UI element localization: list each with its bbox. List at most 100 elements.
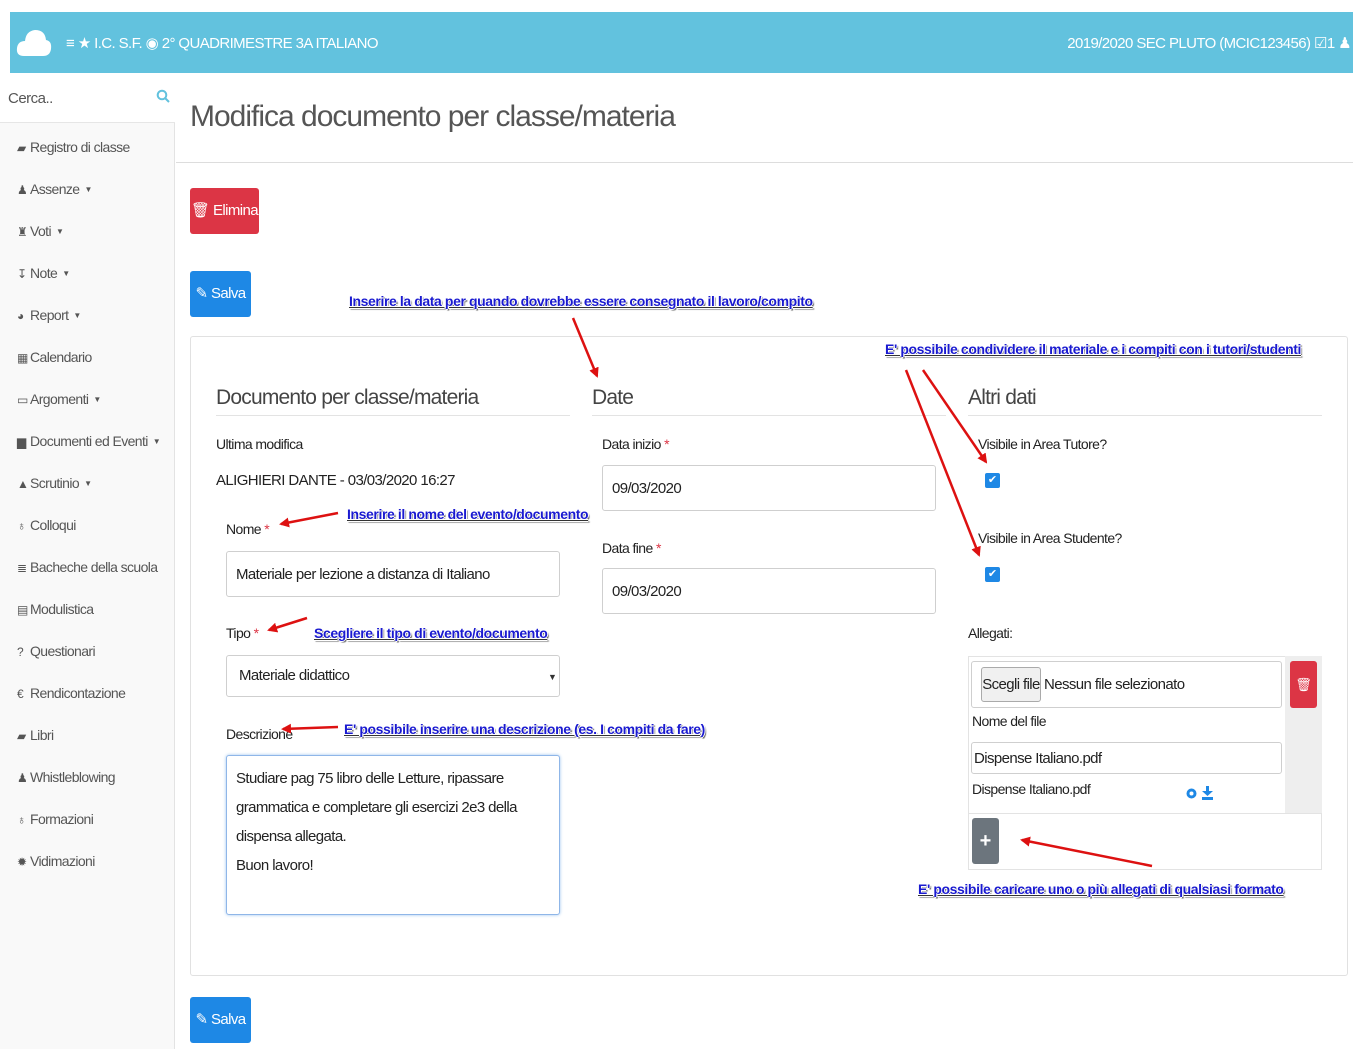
type-label: Tipo * — [226, 625, 259, 641]
sidebar-item-label: Calendario — [30, 349, 92, 365]
annotation-name: Inserire il nome del evento/documento — [347, 506, 589, 522]
sidebar-item-label: Documenti ed Eventi — [30, 433, 148, 449]
sidebar-item-label: Argomenti — [30, 391, 89, 407]
sidebar-item-label: Assenze — [30, 181, 80, 197]
bank-icon: ♜ — [17, 225, 28, 239]
last-modified-value: ALIGHIERI DANTE - 03/03/2020 16:27 — [216, 472, 456, 489]
name-label: Nome * — [226, 521, 270, 537]
delete-attachment-button[interactable]: 🗑 — [1290, 661, 1317, 708]
book-icon: ▰ — [17, 729, 26, 743]
end-date-input[interactable] — [602, 568, 936, 614]
file-icon: ▤ — [17, 603, 28, 617]
annotation-date: Inserire la data per quando dovrebbe ess… — [349, 293, 813, 309]
sidebar-item-label: Vidimazioni — [30, 853, 95, 869]
sidebar-item-scrutinio[interactable]: ▲ Scrutinio ▼ — [17, 473, 92, 493]
type-select[interactable]: Materiale didattico — [226, 655, 560, 697]
section-divider — [968, 415, 1322, 416]
sidebar-item-formazioni[interactable]: ♁ Formazioni — [17, 809, 94, 829]
last-modified-label: Ultima modifica — [216, 436, 303, 452]
sidebar-item-voti[interactable]: ♜ Voti ▼ — [17, 221, 64, 241]
name-input[interactable] — [226, 551, 560, 597]
student-visible-checkbox[interactable]: ✔ — [985, 567, 1000, 582]
chevron-down-icon: ▼ — [548, 672, 557, 682]
sidebar-item-colloqui[interactable]: ♁ Colloqui — [17, 515, 76, 535]
sidebar-item-modulistica[interactable]: ▤ Modulistica — [17, 599, 94, 619]
sidebar-item-rendicontazione[interactable]: € Rendicontazione — [17, 683, 126, 703]
caret-down-icon: ▼ — [62, 269, 70, 279]
tutor-visible-label: Visibile in Area Tutore? — [978, 436, 1107, 452]
chat-icon: ♁ — [17, 813, 26, 827]
user-icon: ♟ — [17, 183, 28, 197]
annotation-description: E' possibile inserire una descrizione (e… — [344, 721, 705, 737]
top-bar: ≡ ★ I.C. S.F. ◉ 2° QUADRIMESTRE 3A ITALI… — [10, 12, 1353, 73]
description-label: Descrizione — [226, 726, 293, 742]
caret-down-icon: ▼ — [73, 311, 81, 321]
sidebar-item-label: Voti — [30, 223, 52, 239]
save-button-top[interactable]: ✎ Salva — [190, 271, 251, 317]
download-icon[interactable] — [1202, 786, 1213, 800]
page-title: Modifica documento per classe/materia — [190, 100, 676, 133]
sidebar-item-label: Note — [30, 265, 58, 281]
sidebar-item-vidimazioni[interactable]: ✹ Vidimazioni — [17, 851, 95, 871]
sidebar-item-label: Whistleblowing — [30, 769, 116, 785]
folder-icon: ▭ — [17, 393, 28, 407]
sidebar-item-label: Modulistica — [30, 601, 94, 617]
calendar-icon: ▦ — [17, 351, 28, 365]
start-date-input[interactable] — [602, 465, 936, 511]
sidebar-item-calendario[interactable]: ▦ Calendario — [17, 347, 92, 367]
student-visible-label: Visibile in Area Studente? — [978, 530, 1122, 546]
sidebar-item-argomenti[interactable]: ▭ Argomenti ▼ — [17, 389, 101, 409]
sidebar-item-libri[interactable]: ▰ Libri — [17, 725, 54, 745]
sidebar-item-documenti-ed-eventi[interactable]: ▆ Documenti ed Eventi ▼ — [17, 431, 161, 451]
stamp-icon: ✹ — [17, 855, 27, 869]
sidebar-item-label: Report — [30, 307, 69, 323]
caret-down-icon: ▼ — [152, 437, 161, 447]
search-icon[interactable] — [156, 89, 170, 103]
file-name-input[interactable] — [971, 742, 1282, 774]
add-attachment-button[interactable]: + — [972, 818, 999, 864]
sidebar-item-label: Bacheche della scuola — [30, 559, 158, 575]
search-input[interactable] — [8, 85, 148, 111]
trash-icon: 🗑 — [1295, 677, 1312, 692]
sidebar-item-bacheche-della-scuola[interactable]: ≣ Bacheche della scuola — [17, 557, 158, 577]
chat-icon: ♁ — [17, 519, 26, 533]
sidebar-search — [0, 73, 175, 123]
graduation-icon: ▲ — [17, 477, 29, 491]
user-secret-icon: ♟ — [17, 771, 28, 785]
sidebar-item-label: Scrutinio — [30, 475, 80, 491]
sidebar-item-whistleblowing[interactable]: ♟ Whistleblowing — [17, 767, 116, 787]
sidebar-item-label: Formazioni — [30, 811, 94, 827]
sidebar-item-registro-di-classe[interactable]: ▰ Registro di classe — [17, 137, 130, 157]
breadcrumb[interactable]: ≡ ★ I.C. S.F. ◉ 2° QUADRIMESTRE 3A ITALI… — [66, 34, 379, 52]
annotation-attachments: E' possibile caricare uno o più allegati… — [918, 881, 1284, 897]
sidebar-item-label: Registro di classe — [30, 139, 130, 155]
section-divider — [216, 415, 570, 416]
delete-button[interactable]: 🗑 Elimina — [190, 188, 259, 234]
attachment-link[interactable]: Dispense Italiano.pdf — [972, 781, 1091, 797]
attachments-label: Allegati: — [968, 625, 1013, 641]
tutor-visible-checkbox[interactable]: ✔ — [985, 473, 1000, 488]
sidebar-item-questionari[interactable]: ? Questionari — [17, 641, 96, 661]
sidebar-item-report[interactable]: ◕ Report ▼ — [17, 305, 81, 325]
choose-file-button[interactable]: Scegli file — [981, 667, 1041, 702]
sidebar-item-assenze[interactable]: ♟ Assenze ▼ — [17, 179, 92, 199]
annotation-share: E' possibile condividere il materiale e … — [885, 341, 1302, 357]
start-date-label: Data inizio * — [602, 436, 670, 452]
user-info[interactable]: 2019/2020 SEC PLUTO (MCIC123456) ☑1 ♟ — [1067, 34, 1351, 52]
section-title-document: Documento per classe/materia — [216, 386, 479, 409]
question-icon: ? — [17, 645, 24, 659]
sidebar-item-note[interactable]: ↧ Note ▼ — [17, 263, 70, 283]
sidebar-item-label: Rendicontazione — [30, 685, 126, 701]
caret-down-icon: ▼ — [55, 227, 64, 237]
document-icon: ▆ — [17, 435, 26, 449]
file-name-label: Nome del file — [972, 713, 1047, 729]
euro-icon: € — [17, 687, 24, 701]
sidebar-item-label: Libri — [30, 727, 54, 743]
save-button-bottom[interactable]: ✎ Salva — [190, 997, 251, 1043]
description-textarea[interactable]: Studiare pag 75 libro delle Letture, rip… — [226, 755, 560, 915]
eye-icon[interactable] — [1186, 788, 1197, 799]
sidebar-item-label: Colloqui — [30, 517, 76, 533]
pin-icon: ↧ — [17, 267, 27, 281]
cloud-logo-icon[interactable] — [10, 12, 56, 73]
chart-icon: ◕ — [17, 309, 24, 323]
